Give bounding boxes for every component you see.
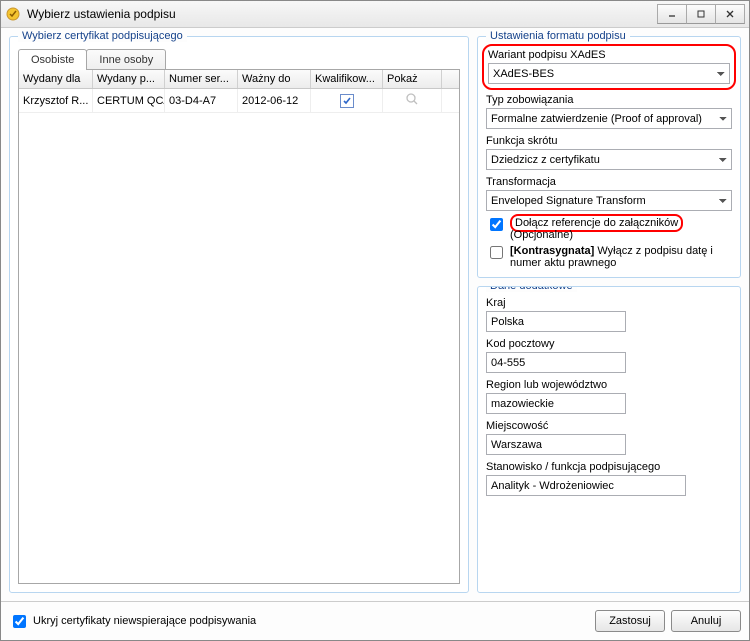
app-icon bbox=[5, 6, 21, 22]
cell-issued-for: Krzysztof R... bbox=[19, 89, 93, 112]
tab-others[interactable]: Inne osoby bbox=[86, 49, 166, 70]
obligation-select[interactable]: Formalne zatwierdzenie (Proof of approva… bbox=[486, 108, 732, 129]
grid-header: Wydany dla Wydany p... Numer ser... Ważn… bbox=[19, 70, 459, 89]
apply-button[interactable]: Zastosuj bbox=[595, 610, 665, 632]
table-row[interactable]: Krzysztof R... CERTUM QCA 03-D4-A7 2012-… bbox=[19, 89, 459, 113]
countersign-row: [Kontrasygnata] Wyłącz z podpisu datę i … bbox=[486, 245, 732, 269]
cell-qualified bbox=[311, 89, 383, 112]
titlebar: Wybierz ustawienia podpisu bbox=[1, 1, 749, 28]
certificate-panel: Wybierz certyfikat podpisującego Osobist… bbox=[9, 36, 469, 593]
col-show[interactable]: Pokaż bbox=[383, 70, 442, 88]
window-buttons bbox=[658, 4, 745, 24]
hash-select[interactable]: Dziedzicz z certyfikatu bbox=[486, 149, 732, 170]
footer: Ukryj certyfikaty niewspierające podpisy… bbox=[1, 601, 749, 640]
variant-label: Wariant podpisu XAdES bbox=[488, 49, 730, 61]
tab-personal[interactable]: Osobiste bbox=[18, 49, 87, 70]
cell-valid-to: 2012-06-12 bbox=[238, 89, 311, 112]
countersign-checkbox[interactable] bbox=[490, 246, 503, 259]
maximize-button[interactable] bbox=[686, 4, 716, 24]
format-panel: Ustawienia formatu podpisu Wariant podpi… bbox=[477, 36, 741, 278]
position-label: Stanowisko / funkcja podpisującego bbox=[486, 461, 732, 473]
cancel-button[interactable]: Anuluj bbox=[671, 610, 741, 632]
col-valid-to[interactable]: Ważny do bbox=[238, 70, 311, 88]
region-label: Region lub województwo bbox=[486, 379, 732, 391]
variant-highlight: Wariant podpisu XAdES XAdES-BES bbox=[482, 44, 736, 90]
attach-ref-checkbox[interactable] bbox=[490, 218, 503, 231]
cell-show[interactable] bbox=[383, 89, 442, 112]
zip-label: Kod pocztowy bbox=[486, 338, 732, 350]
city-input[interactable] bbox=[486, 434, 626, 455]
col-qualified[interactable]: Kwalifikow... bbox=[311, 70, 383, 88]
city-label: Miejscowość bbox=[486, 420, 732, 432]
minimize-button[interactable] bbox=[657, 4, 687, 24]
region-input[interactable] bbox=[486, 393, 626, 414]
cell-serial: 03-D4-A7 bbox=[165, 89, 238, 112]
attach-ref-optional: (Opcjonalne) bbox=[510, 229, 573, 241]
countersign-label: [Kontrasygnata] Wyłącz z podpisu datę i … bbox=[510, 245, 732, 269]
cell-issued-by: CERTUM QCA bbox=[93, 89, 165, 112]
close-button[interactable] bbox=[715, 4, 745, 24]
extra-panel: Dane dodatkowe Kraj Kod pocztowy Region … bbox=[477, 286, 741, 593]
zip-input[interactable] bbox=[486, 352, 626, 373]
format-panel-title: Ustawienia formatu podpisu bbox=[486, 30, 630, 42]
obligation-label: Typ zobowiązania bbox=[486, 94, 732, 106]
content-area: Wybierz certyfikat podpisującego Osobist… bbox=[1, 28, 749, 601]
certificate-grid: Wydany dla Wydany p... Numer ser... Ważn… bbox=[18, 69, 460, 584]
attach-ref-row: Dołącz referencje do załączników (Opcjon… bbox=[486, 217, 732, 241]
extra-panel-title: Dane dodatkowe bbox=[486, 286, 577, 292]
country-input[interactable] bbox=[486, 311, 626, 332]
hide-unsupported-label: Ukryj certyfikaty niewspierające podpisy… bbox=[33, 615, 256, 627]
variant-select[interactable]: XAdES-BES bbox=[488, 63, 730, 84]
transform-select[interactable]: Enveloped Signature Transform bbox=[486, 190, 732, 211]
position-input[interactable] bbox=[486, 475, 686, 496]
hide-unsupported-checkbox[interactable] bbox=[13, 615, 26, 628]
col-serial[interactable]: Numer ser... bbox=[165, 70, 238, 88]
col-issued-by[interactable]: Wydany p... bbox=[93, 70, 165, 88]
transform-label: Transformacja bbox=[486, 176, 732, 188]
dialog-window: Wybierz ustawienia podpisu Wybierz certy… bbox=[0, 0, 750, 641]
certificate-panel-title: Wybierz certyfikat podpisującego bbox=[18, 30, 187, 42]
cert-tabs: Osobiste Inne osoby bbox=[18, 49, 460, 70]
country-label: Kraj bbox=[486, 297, 732, 309]
hash-label: Funkcja skrótu bbox=[486, 135, 732, 147]
window-title: Wybierz ustawienia podpisu bbox=[27, 7, 658, 21]
magnify-icon bbox=[405, 92, 419, 109]
col-issued-for[interactable]: Wydany dla bbox=[19, 70, 93, 88]
checkmark-icon bbox=[340, 94, 354, 108]
